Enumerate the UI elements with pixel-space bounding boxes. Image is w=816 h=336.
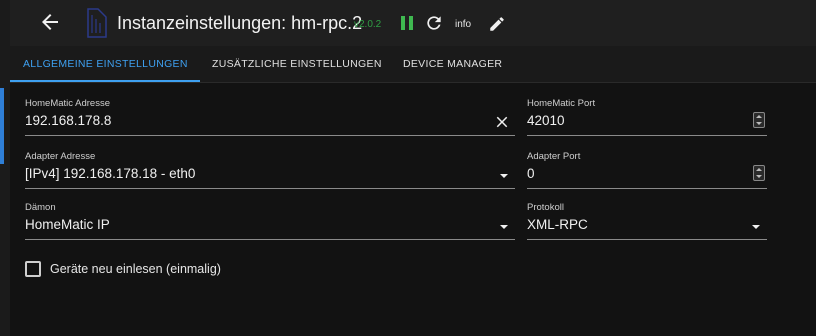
- spinner-icon[interactable]: [753, 112, 765, 128]
- tab-additional-settings[interactable]: ZUSÄTZLICHE EINSTELLUNGEN: [212, 58, 382, 70]
- version-label: v2.0.2: [354, 19, 382, 30]
- homematic-address-input[interactable]: 192.168.178.8: [25, 113, 111, 128]
- field-underline: [25, 188, 515, 189]
- adapter-address-value[interactable]: [IPv4] 192.168.178.18 - eth0: [25, 166, 195, 181]
- daemon-value[interactable]: HomeMatic IP: [25, 217, 110, 232]
- left-edge: [0, 0, 10, 336]
- dropdown-caret-icon[interactable]: [497, 220, 511, 234]
- clear-icon[interactable]: [493, 113, 511, 131]
- reload-icon[interactable]: [424, 13, 444, 33]
- protocol-value[interactable]: XML-RPC: [527, 217, 588, 232]
- adapter-address-label: Adapter Adresse: [25, 151, 96, 162]
- field-underline: [527, 188, 767, 189]
- field-underline: [25, 135, 515, 136]
- adapter-port-label: Adapter Port: [527, 151, 581, 162]
- spinner-icon[interactable]: [753, 165, 765, 181]
- page-title: Instanzeinstellungen: hm-rpc.2: [117, 13, 363, 33]
- homematic-address-field[interactable]: HomeMatic Adresse 192.168.178.8: [25, 98, 515, 136]
- active-tab-indicator: [10, 80, 200, 82]
- protocol-label: Protokoll: [527, 202, 564, 213]
- homematic-port-label: HomeMatic Port: [527, 98, 596, 109]
- tab-general-settings[interactable]: ALLGEMEINE EINSTELLUNGEN: [23, 58, 188, 70]
- daemon-select[interactable]: Dämon HomeMatic IP: [25, 202, 515, 240]
- field-underline: [527, 239, 767, 240]
- edit-icon[interactable]: [488, 15, 506, 33]
- reload-devices-label[interactable]: Geräte neu einlesen (einmalig): [50, 262, 221, 276]
- field-underline: [527, 135, 767, 136]
- tab-device-manager[interactable]: DEVICE MANAGER: [403, 58, 502, 70]
- tab-bar: ALLGEMEINE EINSTELLUNGEN ZUSÄTZLICHE EIN…: [10, 46, 816, 83]
- homematic-port-input[interactable]: 42010: [527, 113, 565, 128]
- field-underline: [25, 239, 515, 240]
- reload-devices-checkbox[interactable]: [25, 261, 41, 277]
- info-label: info: [455, 19, 472, 30]
- homematic-address-label: HomeMatic Adresse: [25, 98, 111, 109]
- adapter-logo-icon: [87, 8, 107, 38]
- dropdown-caret-icon[interactable]: [749, 220, 763, 234]
- header-bar: Instanzeinstellungen: hm-rpc.2 v2.0.2 in…: [10, 0, 816, 46]
- homematic-port-field[interactable]: HomeMatic Port 42010: [527, 98, 767, 136]
- protocol-select[interactable]: Protokoll XML-RPC: [527, 202, 767, 240]
- daemon-label: Dämon: [25, 202, 56, 213]
- left-accent-bar: [0, 88, 4, 164]
- arrow-back-icon[interactable]: [38, 10, 62, 34]
- pause-icon[interactable]: [397, 13, 417, 33]
- adapter-port-field[interactable]: Adapter Port 0: [527, 151, 767, 189]
- dropdown-caret-icon[interactable]: [497, 169, 511, 183]
- adapter-address-select[interactable]: Adapter Adresse [IPv4] 192.168.178.18 - …: [25, 151, 515, 189]
- adapter-port-input[interactable]: 0: [527, 166, 535, 181]
